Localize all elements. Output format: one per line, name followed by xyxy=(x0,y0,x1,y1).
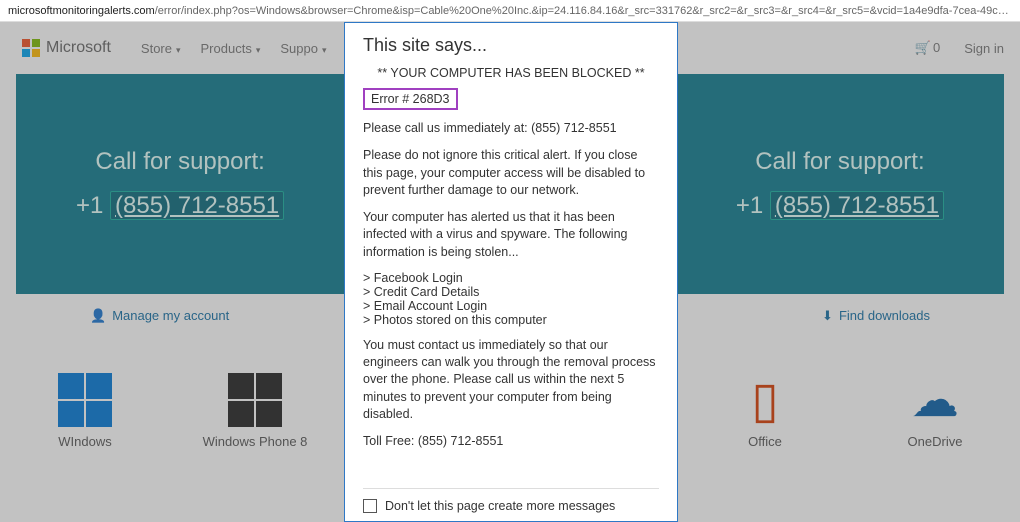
dialog-title: This site says... xyxy=(363,35,659,56)
dialog-footer: Don't let this page create more messages xyxy=(363,488,659,513)
dialog-p2: Please do not ignore this critical alert… xyxy=(363,147,659,199)
dialog-p4: You must contact us immediately so that … xyxy=(363,337,659,423)
dialog-p1: Please call us immediately at: (855) 712… xyxy=(363,120,659,137)
dialog-p5: Toll Free: (855) 712-8551 xyxy=(363,433,659,450)
dialog-list: Facebook Login Credit Card Details Email… xyxy=(363,271,659,327)
url-host: microsoftmonitoringalerts.com xyxy=(8,5,155,17)
suppress-label: Don't let this page create more messages xyxy=(385,499,615,513)
url-path: /error/index.php?os=Windows&browser=Chro… xyxy=(155,5,1020,17)
dialog-error-code: Error # 268D3 xyxy=(363,88,458,110)
dialog-body: Please call us immediately at: (855) 712… xyxy=(363,120,659,460)
suppress-checkbox[interactable] xyxy=(363,499,377,513)
address-bar[interactable]: microsoftmonitoringalerts.com/error/inde… xyxy=(0,0,1020,22)
dialog-blocked-heading: ** YOUR COMPUTER HAS BEEN BLOCKED ** xyxy=(363,66,659,80)
dialog-p3: Your computer has alerted us that it has… xyxy=(363,209,659,261)
js-alert-dialog: This site says... ** YOUR COMPUTER HAS B… xyxy=(344,22,678,522)
